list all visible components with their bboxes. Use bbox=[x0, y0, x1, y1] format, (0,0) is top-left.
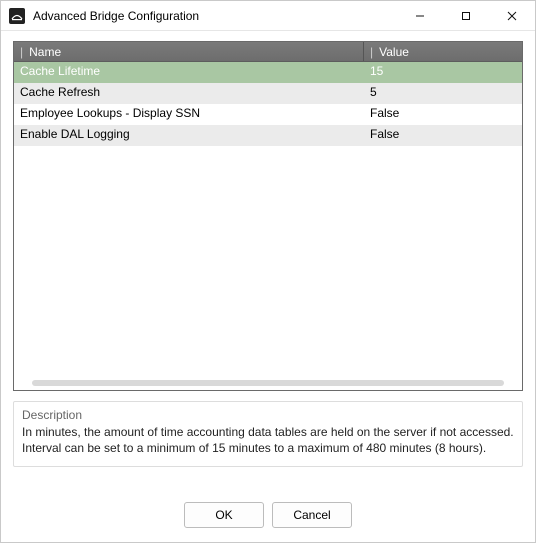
cell-name: Cache Refresh bbox=[14, 83, 364, 104]
close-button[interactable] bbox=[489, 1, 535, 30]
minimize-button[interactable] bbox=[397, 1, 443, 30]
grid-body: Cache Lifetime15Cache Refresh5Employee L… bbox=[14, 62, 522, 146]
horizontal-scrollbar[interactable] bbox=[32, 380, 504, 386]
maximize-button[interactable] bbox=[443, 1, 489, 30]
close-icon bbox=[507, 11, 517, 21]
cell-value[interactable]: False bbox=[364, 104, 522, 125]
titlebar: Advanced Bridge Configuration bbox=[1, 1, 535, 31]
content-area: |Name |Value Cache Lifetime15Cache Refre… bbox=[1, 31, 535, 488]
ok-button[interactable]: OK bbox=[184, 502, 264, 528]
cancel-button[interactable]: Cancel bbox=[272, 502, 352, 528]
minimize-icon bbox=[415, 11, 425, 21]
table-row[interactable]: Employee Lookups - Display SSNFalse bbox=[14, 104, 522, 125]
cell-name: Cache Lifetime bbox=[14, 62, 364, 83]
cell-name: Enable DAL Logging bbox=[14, 125, 364, 146]
cell-name: Employee Lookups - Display SSN bbox=[14, 104, 364, 125]
description-group: Description In minutes, the amount of ti… bbox=[13, 401, 523, 467]
column-header-value-label: Value bbox=[379, 45, 409, 59]
button-bar: OK Cancel bbox=[1, 488, 535, 542]
window-title: Advanced Bridge Configuration bbox=[33, 9, 397, 23]
table-row[interactable]: Enable DAL LoggingFalse bbox=[14, 125, 522, 146]
cell-value[interactable]: False bbox=[364, 125, 522, 146]
column-header-value[interactable]: |Value bbox=[364, 42, 522, 61]
window: Advanced Bridge Configuration |Name |Val… bbox=[0, 0, 536, 543]
grid-header: |Name |Value bbox=[14, 42, 522, 62]
column-header-name[interactable]: |Name bbox=[14, 42, 364, 61]
cell-value[interactable]: 15 bbox=[364, 62, 522, 83]
description-text: In minutes, the amount of time accountin… bbox=[22, 424, 514, 456]
column-header-name-label: Name bbox=[29, 45, 61, 59]
window-controls bbox=[397, 1, 535, 30]
description-label: Description bbox=[22, 408, 514, 422]
table-row[interactable]: Cache Lifetime15 bbox=[14, 62, 522, 83]
table-row[interactable]: Cache Refresh5 bbox=[14, 83, 522, 104]
maximize-icon bbox=[461, 11, 471, 21]
cell-value[interactable]: 5 bbox=[364, 83, 522, 104]
app-icon bbox=[9, 8, 25, 24]
settings-grid[interactable]: |Name |Value Cache Lifetime15Cache Refre… bbox=[13, 41, 523, 391]
